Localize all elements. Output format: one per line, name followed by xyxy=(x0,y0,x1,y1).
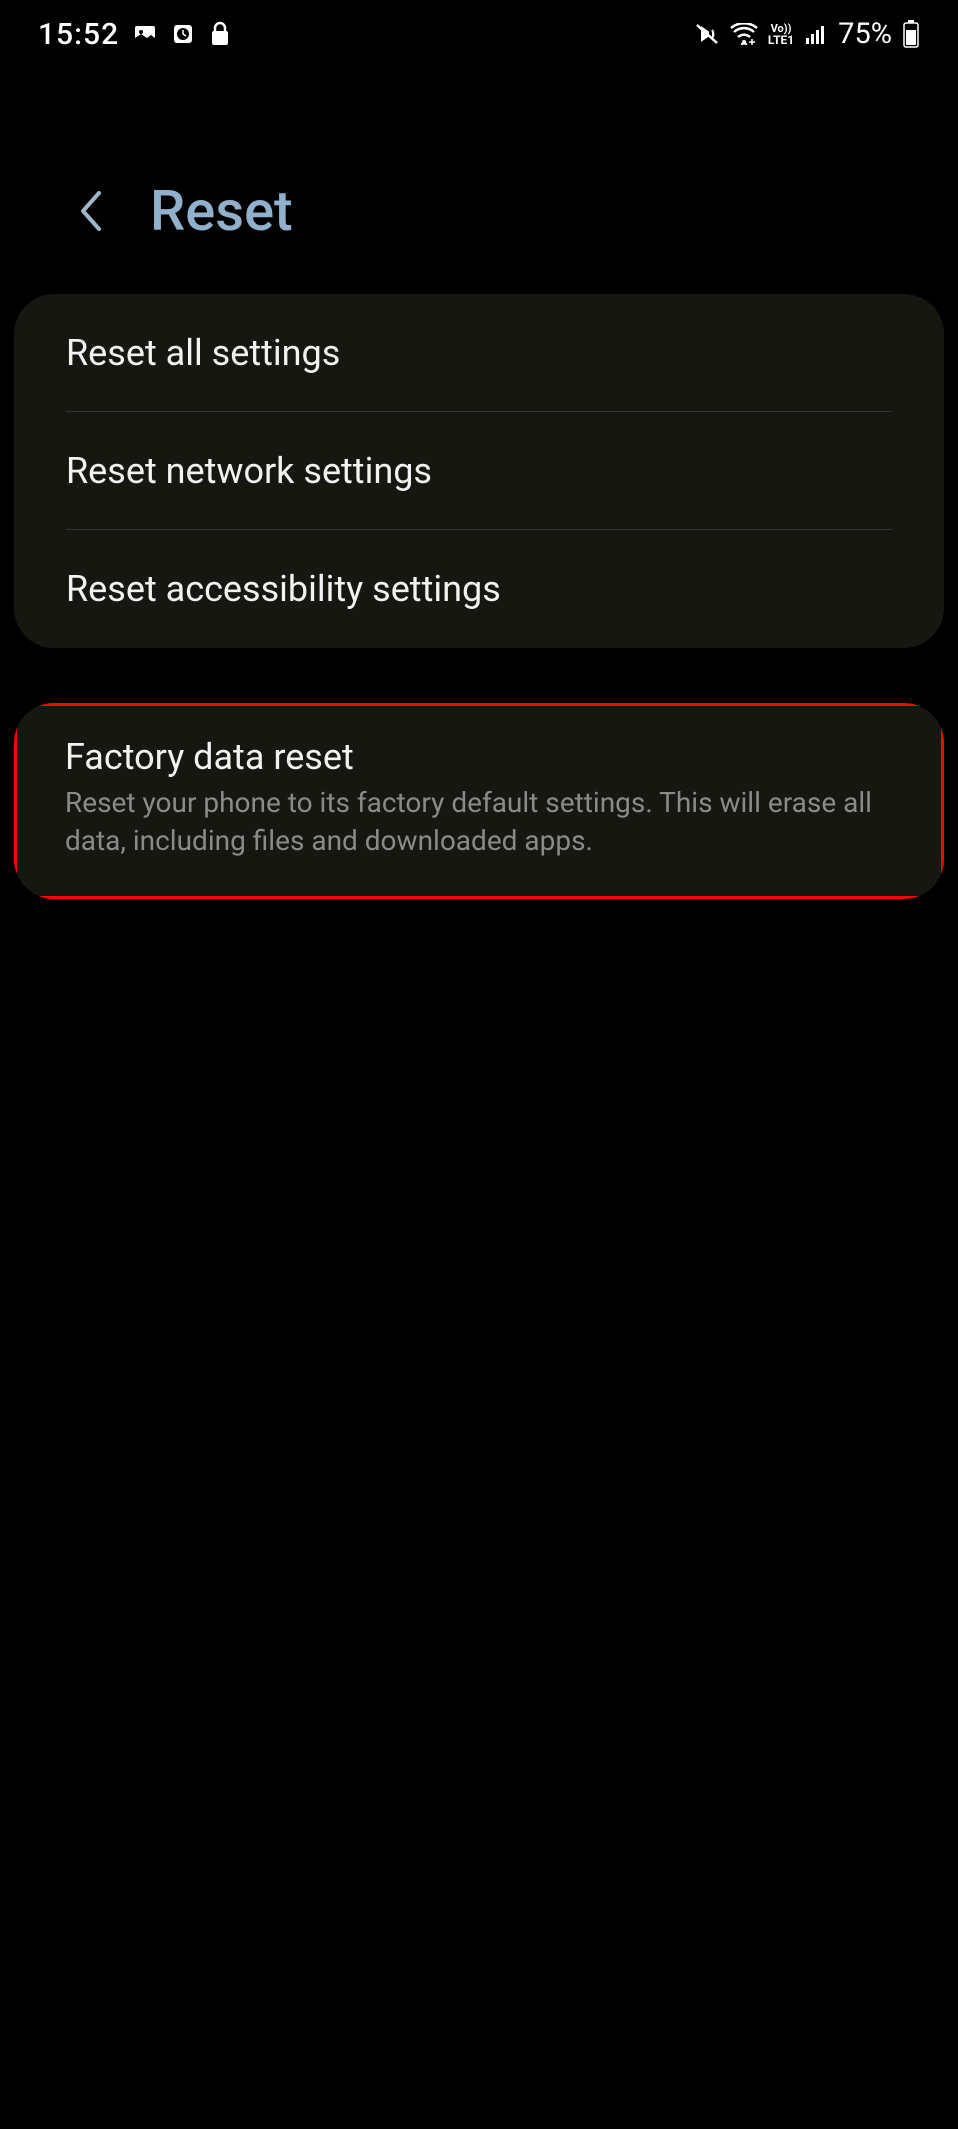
signal-icon xyxy=(804,24,828,44)
page-header: Reset xyxy=(0,138,958,294)
setting-title: Reset all settings xyxy=(66,332,892,374)
wifi-icon xyxy=(730,23,758,45)
picture-icon xyxy=(133,22,157,46)
reset-network-settings[interactable]: Reset network settings xyxy=(14,412,944,530)
status-bar: 15:52 xyxy=(0,0,958,68)
setting-title: Reset network settings xyxy=(66,450,892,492)
chevron-left-icon xyxy=(77,189,103,233)
status-right: Vo)) LTE1 75% xyxy=(694,17,920,51)
status-left: 15:52 xyxy=(38,17,231,52)
lte-indicator: Vo)) LTE1 xyxy=(768,23,794,46)
factory-reset-card: Factory data reset Reset your phone to i… xyxy=(14,703,944,899)
status-time: 15:52 xyxy=(38,17,119,52)
clock-icon xyxy=(171,22,195,46)
reset-options-card: Reset all settings Reset network setting… xyxy=(14,294,944,648)
vibrate-icon xyxy=(694,22,720,46)
setting-title: Reset accessibility settings xyxy=(66,568,892,610)
battery-icon xyxy=(902,20,920,48)
factory-data-reset[interactable]: Factory data reset Reset your phone to i… xyxy=(14,703,944,899)
setting-title: Factory data reset xyxy=(65,736,893,778)
reset-accessibility-settings[interactable]: Reset accessibility settings xyxy=(14,530,944,648)
battery-percent: 75% xyxy=(838,17,892,51)
reset-all-settings[interactable]: Reset all settings xyxy=(14,294,944,412)
page-title: Reset xyxy=(150,178,293,244)
setting-description: Reset your phone to its factory default … xyxy=(65,784,893,860)
lock-icon xyxy=(209,21,231,47)
back-button[interactable] xyxy=(70,191,110,231)
